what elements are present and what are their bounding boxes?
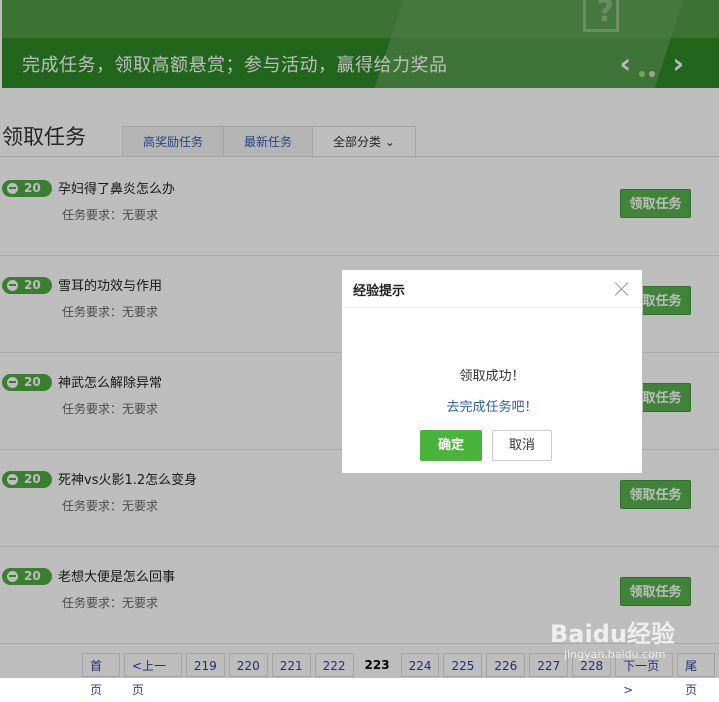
go-complete-task-link[interactable]: 去完成任务吧！ bbox=[342, 396, 642, 415]
cancel-button[interactable]: 取消 bbox=[492, 430, 552, 461]
dialog-message: 领取成功！ bbox=[459, 369, 525, 384]
dialog-title: 经验提示 bbox=[353, 284, 406, 299]
baidu-watermark: Baidu经验 jingyan.baidu.com bbox=[550, 604, 710, 670]
watermark-logo: Baidu经验 bbox=[550, 620, 675, 648]
experience-dialog: 经验提示 领取成功！ 去完成任务吧！ 确定 取消 bbox=[341, 269, 643, 474]
watermark-url: jingyan.baidu.com bbox=[564, 648, 666, 661]
close-icon[interactable] bbox=[614, 281, 630, 297]
dialog-divider bbox=[342, 307, 642, 308]
confirm-button[interactable]: 确定 bbox=[420, 430, 482, 461]
